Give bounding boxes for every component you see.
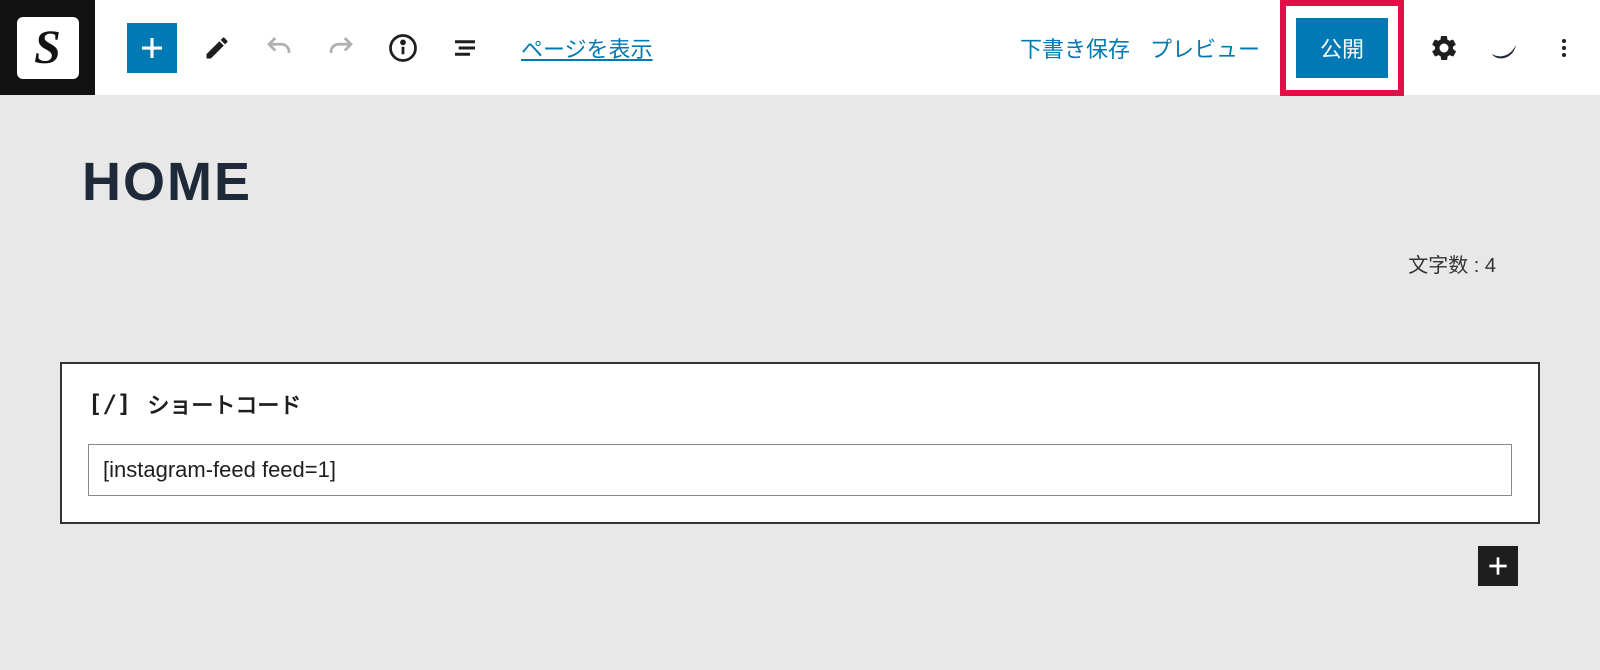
block-appender-row bbox=[60, 546, 1540, 586]
shortcode-input[interactable] bbox=[88, 444, 1512, 496]
editor-content: HOME 文字数 : 4 [/] ショートコード bbox=[0, 95, 1600, 586]
append-block-button[interactable] bbox=[1478, 546, 1518, 586]
logo-letter: S bbox=[17, 17, 79, 79]
editor-toolbar: S ページを表示 下書き保存 プレビュー 公開 bbox=[0, 0, 1600, 95]
undo-button[interactable] bbox=[257, 26, 301, 70]
shortcode-icon: [/] bbox=[88, 390, 131, 418]
edit-mode-button[interactable] bbox=[195, 26, 239, 70]
publish-highlight-box: 公開 bbox=[1280, 0, 1404, 96]
site-logo[interactable]: S bbox=[0, 0, 95, 95]
kebab-icon bbox=[1552, 36, 1576, 60]
gear-icon bbox=[1429, 33, 1459, 63]
redo-icon bbox=[326, 33, 356, 63]
settings-button[interactable] bbox=[1424, 28, 1464, 68]
redo-button[interactable] bbox=[319, 26, 363, 70]
undo-icon bbox=[264, 33, 294, 63]
plus-icon bbox=[137, 33, 167, 63]
info-button[interactable] bbox=[381, 26, 425, 70]
add-block-button[interactable] bbox=[127, 23, 177, 73]
plus-icon bbox=[1485, 553, 1511, 579]
pencil-icon bbox=[203, 34, 231, 62]
publish-button[interactable]: 公開 bbox=[1296, 18, 1388, 78]
swoosh-icon bbox=[1486, 30, 1522, 66]
page-title[interactable]: HOME bbox=[82, 151, 1540, 213]
shortcode-block[interactable]: [/] ショートコード bbox=[60, 362, 1540, 524]
save-draft-button[interactable]: 下書き保存 bbox=[1020, 32, 1130, 64]
toolbar-right-group: 下書き保存 プレビュー 公開 bbox=[1020, 0, 1584, 96]
theme-icon-button[interactable] bbox=[1484, 28, 1524, 68]
preview-button[interactable]: プレビュー bbox=[1150, 32, 1260, 64]
outline-button[interactable] bbox=[443, 26, 487, 70]
view-page-link[interactable]: ページを表示 bbox=[521, 32, 653, 64]
shortcode-label: ショートコード bbox=[147, 388, 301, 420]
info-icon bbox=[388, 33, 418, 63]
toolbar-left-group: ページを表示 bbox=[127, 23, 653, 73]
character-count: 文字数 : 4 bbox=[60, 249, 1496, 278]
shortcode-block-header: [/] ショートコード bbox=[88, 388, 1512, 420]
list-icon bbox=[450, 33, 480, 63]
more-options-button[interactable] bbox=[1544, 28, 1584, 68]
